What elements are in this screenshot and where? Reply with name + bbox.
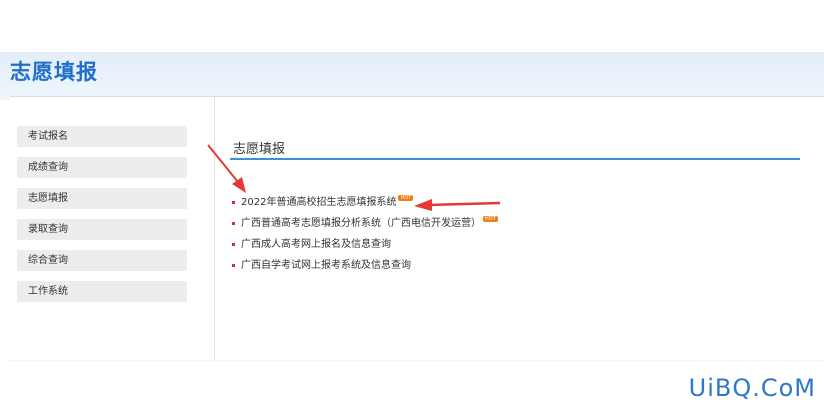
sidebar-item-admission-query[interactable]: 录取查询 [17,219,187,240]
bullet-icon [232,221,235,225]
sidebar-item-general-query[interactable]: 综合查询 [17,250,187,271]
header-banner [0,52,824,100]
bullet-icon [232,263,235,267]
hot-badge: HOT [398,195,414,201]
link-label: 广西普通高考志愿填报分析系统（广西电信开发运营） [241,218,481,229]
sidebar-item-application[interactable]: 志愿填报 [17,188,187,209]
bullet-icon [232,242,235,246]
bullet-icon [232,200,235,204]
sidebar-item-exam-registration[interactable]: 考试报名 [17,126,187,147]
watermark: UiBQ.CoM [688,374,816,402]
link-label: 2022年普通高校招生志愿填报系统 [241,197,397,208]
link-analysis-system[interactable]: 广西普通高考志愿填报分析系统（广西电信开发运营） HOT [232,216,498,232]
link-label: 广西自学考试网上报考系统及信息查询 [241,260,411,271]
sidebar-item-work-system[interactable]: 工作系统 [17,281,187,302]
sidebar-item-score-query[interactable]: 成绩查询 [17,157,187,178]
link-self-study-exam[interactable]: 广西自学考试网上报考系统及信息查询 [232,258,411,274]
section-divider [230,158,800,160]
link-application-system[interactable]: 2022年普通高校招生志愿填报系统 HOT [232,195,414,211]
link-adult-exam[interactable]: 广西成人高考网上报名及信息查询 [232,237,391,253]
link-label: 广西成人高考网上报名及信息查询 [241,239,391,250]
hot-badge: HOT [483,216,498,222]
page-title: 志愿填报 [10,60,98,84]
section-title: 志愿填报 [233,142,286,157]
